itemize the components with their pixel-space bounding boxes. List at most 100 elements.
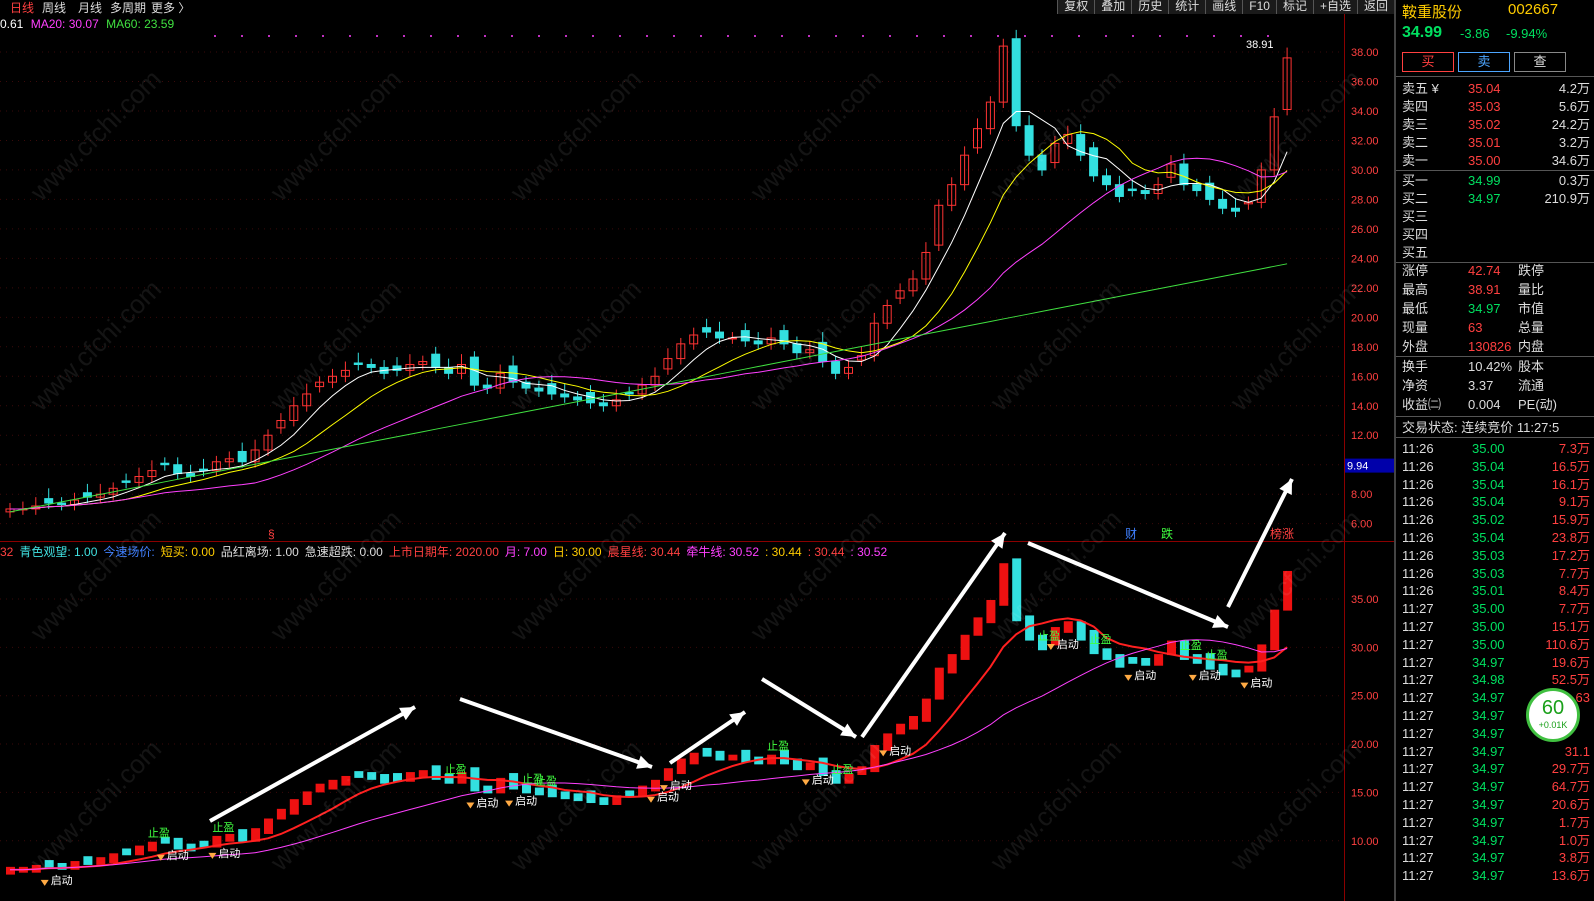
speed-badge[interactable]: 60 +0.01K [1526,688,1580,742]
indicator-chart[interactable]: 35.0030.0025.0020.0015.0010.00启动启动 启动启动 启动… [0,478,1394,901]
signal-dot [484,35,486,37]
sub-bar [573,793,583,802]
tool-7[interactable]: +自选 [1312,0,1357,14]
tick-price: 35.01 [1472,583,1505,599]
ask-volume: 34.6万 [1551,153,1590,168]
diamond-icon [1188,674,1197,681]
high-price-label: 38.91 [1246,39,1274,51]
signal-dot [376,35,378,37]
panel-row: 11:27 35.00 110.6万 [1396,636,1594,654]
bid-price: 34.97 [1468,191,1501,206]
tick-price: 34.97 [1472,779,1505,795]
panel-row: 11:26 35.04 23.8万 [1396,529,1594,547]
tick-volume: 7.3万 [1558,441,1590,456]
panel-divider [1396,356,1594,357]
tool-1[interactable]: 叠加 [1094,0,1132,14]
sub-bar [947,654,957,674]
panel-row: 11:26 35.04 9.1万 [1396,493,1594,511]
signal-dot [430,35,432,37]
buy-button[interactable]: 买 [1402,52,1454,72]
signal-dot [295,35,297,37]
bid-label: 买一 [1402,173,1429,188]
panel-row: 现量 63 总量 [1396,319,1594,337]
panel-row: 买三 [1396,208,1594,226]
tick-time: 11:27 [1402,619,1434,634]
sub-bar [1128,657,1138,664]
sub-bar [1012,558,1022,622]
tool-5[interactable]: F10 [1242,0,1276,14]
tick-volume: 3.8万 [1558,850,1590,866]
price-tick: 34.00 [1351,106,1379,118]
tool-8[interactable]: 返回 [1356,0,1394,14]
tool-2[interactable]: 历史 [1131,0,1169,14]
price-tick: 6.00 [1351,519,1372,531]
tool-4[interactable]: 画线 [1205,0,1243,14]
tick-price: 34.97 [1472,690,1505,706]
tool-6[interactable]: 标记 [1275,0,1313,14]
stat-label: 外盘 [1402,339,1429,354]
ask-price: 35.03 [1468,99,1501,114]
price-axis-line [1344,14,1345,901]
query-button[interactable]: 查 [1514,52,1566,72]
sell-button[interactable]: 卖 [1458,52,1510,72]
stat-label: 最高 [1402,282,1429,297]
sub-bar [276,808,286,820]
panel-row: 11:27 34.98 52.5万 [1396,671,1594,689]
sub-bar [805,762,815,771]
candle-body [753,340,763,345]
panel-divider [1396,437,1594,438]
sub-bar [328,779,338,790]
panel-row: 外盘 130826 内盘 [1396,338,1594,356]
bid-volume: 0.3万 [1558,173,1590,188]
start-signal: 启动 [657,791,679,804]
candle-body [1179,163,1189,186]
ask-volume: 3.2万 [1558,135,1590,150]
panel-row: 11:26 35.04 16.5万 [1396,458,1594,476]
panel-row: 11:27 35.00 7.7万 [1396,600,1594,618]
speed-sub: +0.01K [1538,720,1568,730]
tick-time: 11:26 [1402,494,1434,510]
diamond-icon [1124,674,1133,681]
tool-3[interactable]: 统计 [1168,0,1206,14]
stock-name: 鞍重股份 [1402,4,1463,21]
last-price: 34.99 [1402,24,1443,41]
candlestick-chart[interactable]: 38.00 36.00 34.00 32.00 30.00 28.00 26.00 24.00… [0,14,1394,541]
tick-price: 34.98 [1472,672,1505,688]
ox-line [10,639,1288,871]
signal-dot [403,35,405,37]
signal-dot [700,35,702,37]
signal-dot [835,35,837,37]
stop-profit-signal: 止盈 [212,821,234,834]
candle-body [1037,154,1047,171]
candle-body [715,331,724,339]
signal-dot [457,35,459,37]
ask-label: 卖四 [1402,99,1429,114]
tick-volume: 29.7万 [1551,761,1590,777]
panel-row: 11:27 34.97 31.1 [1396,743,1594,761]
tick-price: 35.04 [1472,476,1505,492]
last-price-tick: 9.94 [1347,461,1368,473]
stat-value: 130826 [1468,339,1512,354]
price-tick: 24.00 [1351,253,1379,265]
sub-bar [173,837,183,850]
sub-bar [741,749,751,763]
tool-0[interactable]: 复权 [1057,0,1095,14]
stat2-label-2: PE(动) [1518,397,1558,412]
sub-bar [1141,657,1151,666]
sub-bar [960,634,970,660]
stat-value: 42.74 [1468,263,1501,278]
panel-divider [1396,170,1594,171]
signal-dot [592,35,594,37]
sub-bar [367,772,377,780]
tick-time: 11:26 [1402,458,1434,474]
bid-label: 买二 [1402,191,1429,206]
stop-profit-signal: 止盈 [1038,629,1060,642]
tick-time: 11:27 [1402,850,1434,866]
tick-volume: 16.1万 [1551,476,1590,492]
diamond-icon [466,802,475,809]
price-tick: 20.00 [1351,312,1379,324]
candle-body [831,361,841,374]
bid-volume: 210.9万 [1544,191,1590,206]
tick-volume: 15.9万 [1551,512,1590,528]
panel-row: 11:26 35.01 8.4万 [1396,582,1594,600]
